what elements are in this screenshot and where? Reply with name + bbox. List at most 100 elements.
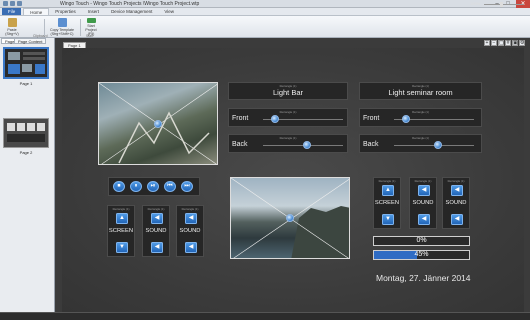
speaker-icon[interactable]: ◀: [451, 185, 463, 196]
page-thumbnail-1[interactable]: [3, 47, 49, 79]
thumbnail-bar: [7, 134, 45, 142]
screen-tile-left: Rectangle (1) ▲ SCREEN ▼: [107, 205, 135, 257]
sound-label: SOUND: [179, 228, 201, 234]
back-slider-left[interactable]: Rectangle (1) Back: [228, 134, 348, 153]
tab-insert[interactable]: Insert: [82, 8, 105, 15]
ribbon-separator: [80, 19, 81, 36]
tab-properties[interactable]: Properties: [49, 8, 82, 15]
speaker-icon[interactable]: ◀: [151, 242, 163, 253]
pages-panel: Pages Page Content Page 1 Page 2: [0, 38, 55, 320]
arrow-down-icon[interactable]: ▼: [382, 214, 394, 225]
arrow-up-icon[interactable]: ▲: [116, 213, 128, 224]
speaker-icon[interactable]: ◀: [185, 213, 197, 224]
ribbon-separator: [44, 19, 45, 36]
media-control-icon[interactable]: ⏮: [164, 181, 176, 192]
image-handle-icon: [286, 214, 294, 222]
back-label: Back: [363, 141, 379, 148]
front-slider-right[interactable]: Rectangle (1) Front: [359, 108, 482, 127]
zoom-in-icon[interactable]: +: [484, 40, 490, 46]
zoom-level: 100%: [470, 1, 481, 6]
media-control-icon[interactable]: ⏸: [130, 181, 142, 192]
slider-knob-icon[interactable]: [434, 141, 442, 149]
sound-label: SOUND: [412, 200, 434, 206]
back-slider-right[interactable]: Rectangle (1) Back: [359, 134, 482, 153]
media-control-icon[interactable]: ⏹: [113, 181, 125, 192]
page-label-2: Page 2: [19, 150, 33, 155]
quick-access-icon[interactable]: [17, 1, 22, 6]
arrow-up-icon[interactable]: ▲: [382, 185, 394, 196]
screen-label: SCREEN: [374, 200, 400, 206]
rectangle-label: Rectangle (1): [112, 207, 130, 211]
sound-label: SOUND: [445, 200, 467, 206]
progress-text-2: 45%: [414, 251, 429, 258]
thumbnail-button: [17, 123, 25, 131]
front-slider-left[interactable]: Rectangle (1) Front: [228, 108, 348, 127]
start-project-icon: [86, 18, 96, 23]
quick-access-icon[interactable]: [3, 1, 8, 6]
quick-access-icon[interactable]: [10, 1, 15, 6]
screen-tile-right: Rectangle (1) ▲ SCREEN ▼: [373, 177, 401, 229]
light-bar-panel: Rectangle (1) Light Bar: [228, 82, 348, 100]
media-control-icon[interactable]: ⏯: [147, 181, 159, 192]
zoom-out-icon[interactable]: −: [491, 40, 497, 46]
progress-bar-2: 45%: [373, 250, 470, 260]
speaker-icon[interactable]: ◀: [418, 214, 430, 225]
settings-icon[interactable]: ⚙: [519, 40, 525, 46]
grid-icon[interactable]: #: [505, 40, 511, 46]
front-label: Front: [232, 115, 249, 122]
file-tab[interactable]: File: [2, 8, 22, 15]
slider-knob-icon[interactable]: [271, 115, 279, 123]
image-handle-icon: [154, 120, 162, 128]
snap-icon[interactable]: ▣: [512, 40, 518, 46]
sound-label: SOUND: [145, 228, 167, 234]
sound-tile-left-1: Rectangle (1) ◀ SOUND ◀: [142, 205, 170, 257]
copy-template-button[interactable]: Copy Template (Strg+Shift+C): [48, 18, 76, 36]
paste-label: Paste (Strg+V): [5, 28, 19, 36]
coastline-image[interactable]: [230, 177, 350, 259]
slider-knob-icon[interactable]: [402, 115, 410, 123]
thumbnail-bar: [23, 52, 45, 55]
rectangle-label: Rectangle (1): [378, 179, 396, 183]
light-room-panel: Rectangle (1) Light seminar room: [359, 82, 482, 100]
rectangle-label: Rectangle (1): [447, 179, 465, 183]
rectangle-label: Rectangle (1): [147, 207, 165, 211]
speaker-icon[interactable]: ◀: [418, 185, 430, 196]
thumbnail-bar: [23, 57, 45, 60]
paste-icon: [7, 18, 17, 27]
thumbnail-button: [37, 123, 45, 131]
thumbnail-button: [7, 123, 15, 131]
date-label: Montag, 27. Jänner 2014: [376, 273, 471, 283]
landscape-image[interactable]: [98, 82, 218, 165]
thumbnail-buttons: [35, 64, 45, 74]
rectangle-label: Rectangle (1): [412, 110, 429, 114]
zoom-slider[interactable]: [484, 4, 524, 5]
light-room-title: Light seminar room: [388, 88, 453, 97]
sound-tile-left-2: Rectangle (1) ◀ SOUND ◀: [176, 205, 204, 257]
ribbon-tabs: File Home Properties Insert Device Manag…: [0, 8, 530, 16]
page-thumbnail-2[interactable]: [3, 118, 49, 148]
page-label-1: Page 1: [19, 81, 33, 86]
slider-knob-icon[interactable]: [303, 141, 311, 149]
back-label: Back: [232, 141, 248, 148]
fit-icon[interactable]: ▢: [498, 40, 504, 46]
speaker-icon[interactable]: ◀: [151, 213, 163, 224]
tab-device-management[interactable]: Device Management: [105, 8, 158, 15]
canvas-toolbar: + − ▢ # ▣ ⚙: [484, 40, 528, 47]
quick-access-toolbar[interactable]: [3, 1, 33, 7]
arrow-down-icon[interactable]: ▼: [116, 242, 128, 253]
rectangle-label: Rectangle (1): [279, 136, 297, 140]
tab-view[interactable]: View: [158, 8, 180, 15]
speaker-icon[interactable]: ◀: [451, 214, 463, 225]
status-bar: [0, 312, 530, 320]
thumbnail-image: [22, 64, 32, 72]
paste-button[interactable]: Paste (Strg+V): [4, 18, 20, 36]
tab-home[interactable]: Home: [23, 8, 50, 15]
copy-template-icon: [57, 18, 67, 27]
window-title: Wingo Touch - Wingo Touch Projects \Wing…: [60, 1, 200, 7]
speaker-icon[interactable]: ◀: [185, 242, 197, 253]
progress-fill: [374, 251, 417, 259]
media-control-icon[interactable]: ⏭: [181, 181, 193, 192]
tab-page-content[interactable]: Page Content: [14, 38, 47, 44]
front-label: Front: [363, 115, 380, 122]
zoom-icon[interactable]: [500, 2, 503, 7]
